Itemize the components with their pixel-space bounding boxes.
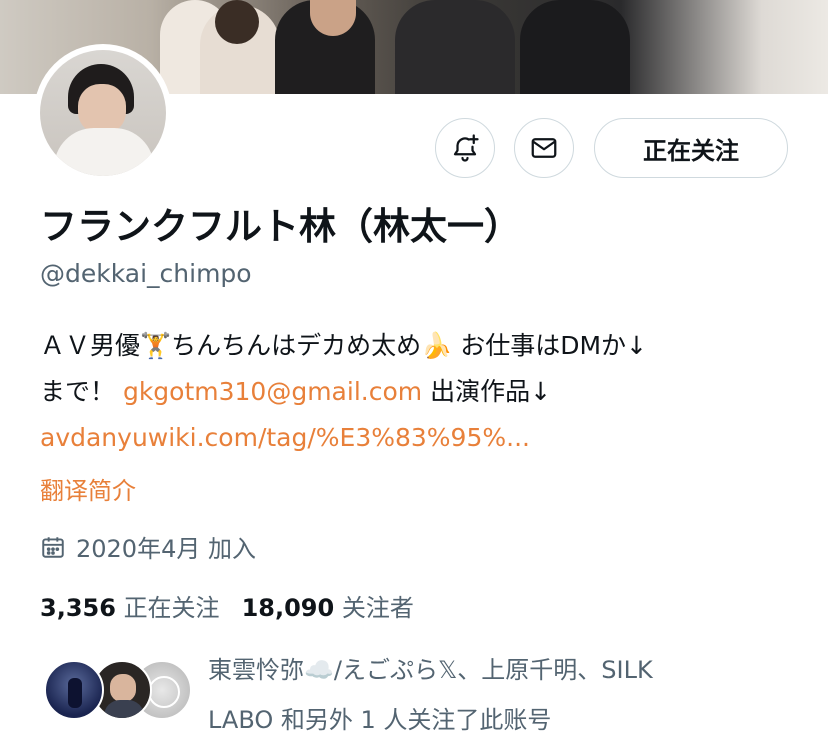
bio-line-2-prefix: まで！	[40, 377, 123, 406]
followers-label: 关注者	[341, 594, 414, 622]
notifications-button[interactable]	[435, 118, 495, 178]
bio-email-link[interactable]: gkgotm310@gmail.com	[123, 377, 422, 406]
bell-plus-icon	[453, 134, 479, 162]
followed-by-text[interactable]: 東雲怜弥☁️/えごぷら𝕏、上原千明、SILK LABO 和另外 1 人关注了此账…	[208, 645, 808, 745]
joined-text: 2020年4月 加入	[76, 535, 256, 563]
bio-url-link[interactable]: avdanyuwiki.com/tag/%E3%83%95%...	[40, 415, 800, 461]
following-stat[interactable]: 3,356 正在关注	[40, 588, 220, 623]
followers-count: 18,090	[241, 594, 335, 622]
followed-by-line-1: 東雲怜弥☁️/えごぷら𝕏、上原千明、SILK	[208, 656, 653, 684]
following-button[interactable]: 正在关注	[594, 118, 788, 178]
follow-stats: 3,356 正在关注 18,090 关注者	[40, 588, 414, 623]
followers-stat[interactable]: 18,090 关注者	[242, 588, 414, 623]
translate-bio-link[interactable]: 翻译简介	[40, 471, 136, 506]
user-handle: @dekkai_chimpo	[40, 259, 252, 288]
following-label: 正在关注	[123, 594, 220, 622]
joined-date: 2020年4月 加入	[40, 529, 256, 564]
following-count: 3,356	[40, 594, 116, 622]
display-name: フランクフルト林（林太一）	[40, 205, 521, 248]
profile-avatar[interactable]	[34, 44, 172, 182]
message-button[interactable]	[514, 118, 574, 178]
follower-avatar-1[interactable]	[44, 660, 104, 720]
followed-by-line-2: LABO 和另外 1 人关注了此账号	[208, 706, 552, 734]
calendar-icon	[42, 536, 64, 558]
bio-line-1: ＡＶ男優🏋️ちんちんはデカめ太め🍌 お仕事はDMか↓	[40, 331, 647, 360]
bio-line-2-suffix: 出演作品↓	[422, 377, 552, 406]
profile-bio: ＡＶ男優🏋️ちんちんはデカめ太め🍌 お仕事はDMか↓ まで！ gkgotm310…	[40, 323, 800, 461]
mail-icon	[531, 138, 557, 158]
